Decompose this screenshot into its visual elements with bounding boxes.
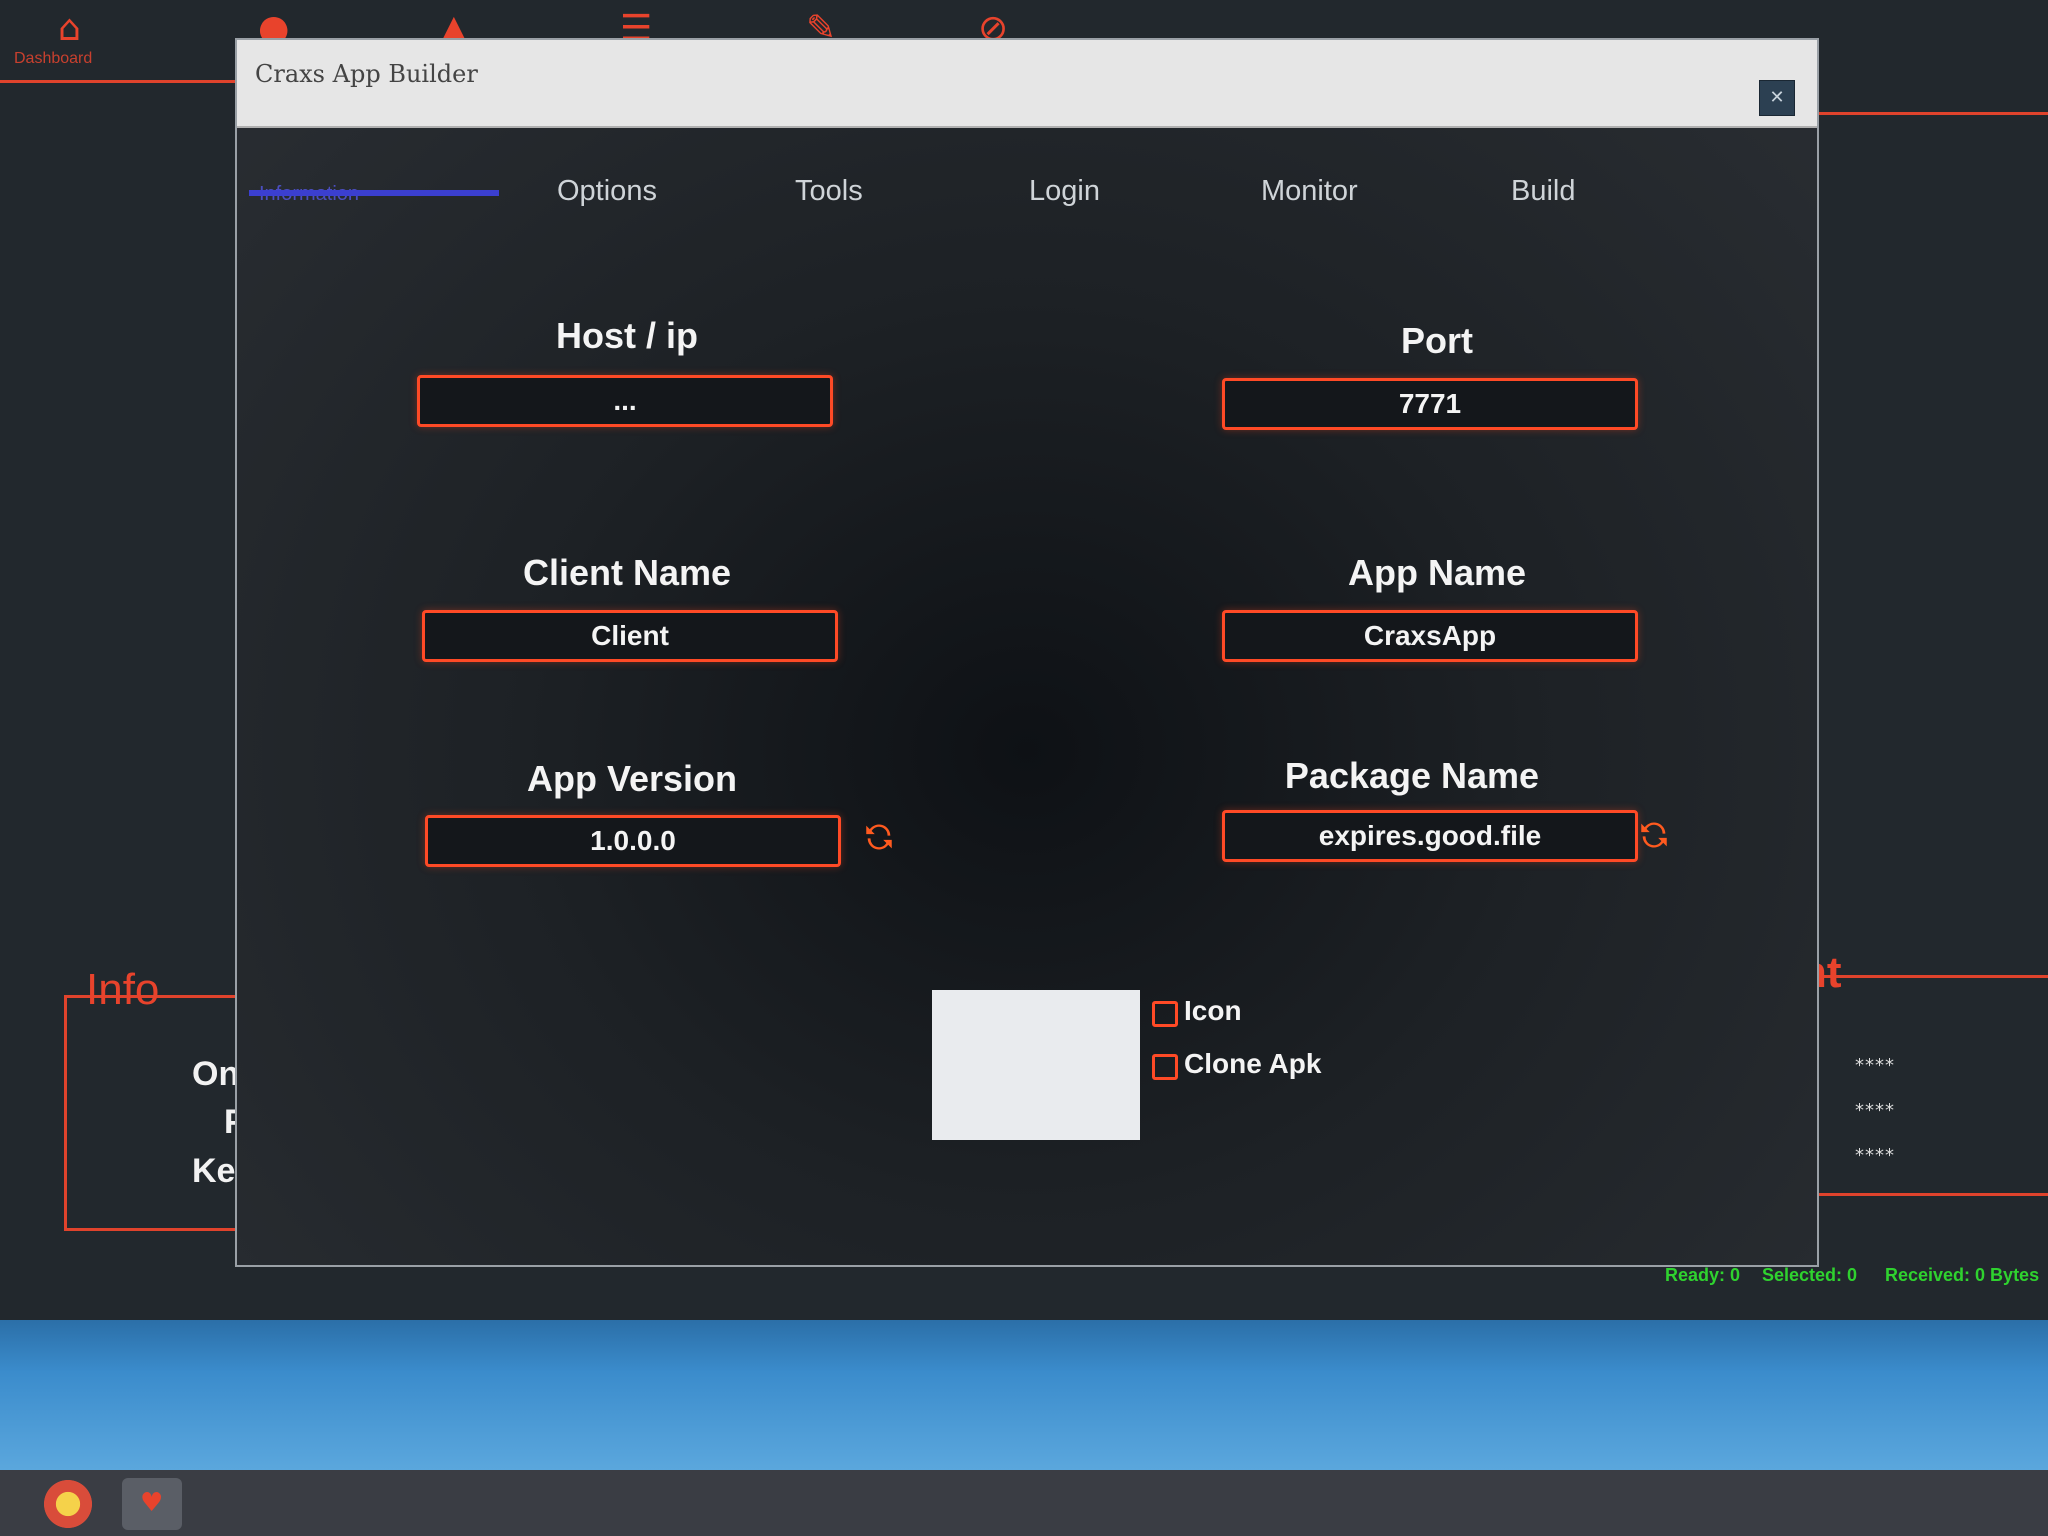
home-icon[interactable]: ⌂ xyxy=(58,8,81,49)
host-input[interactable]: ... xyxy=(417,375,833,427)
right-value-3: **** xyxy=(1855,1145,1895,1166)
port-input[interactable]: 7771 xyxy=(1222,378,1638,430)
clone-apk-option[interactable]: Clone Apk xyxy=(1152,1048,1352,1084)
status-received: Received: 0 Bytes xyxy=(1885,1265,2040,1285)
nav-divider-right xyxy=(1815,112,2048,115)
craxs-taskbar-icon[interactable]: ♥ xyxy=(122,1478,182,1530)
active-tab-indicator xyxy=(249,190,499,196)
clone-apk-checkbox[interactable] xyxy=(1152,1054,1178,1080)
taskbar xyxy=(0,1470,2048,1536)
icon-checkbox-label: Icon xyxy=(1184,995,1242,1026)
tab-options[interactable]: Options xyxy=(557,175,657,208)
info-title-line xyxy=(182,995,242,998)
port-label: Port xyxy=(1401,320,1473,361)
clone-apk-checkbox-label: Clone Apk xyxy=(1184,1048,1322,1079)
right-panel xyxy=(1800,975,2048,1196)
dashboard-label[interactable]: Dashboard xyxy=(14,50,92,68)
chrome-icon[interactable] xyxy=(38,1478,98,1530)
icon-preview-box[interactable] xyxy=(932,990,1140,1140)
tab-tools[interactable]: Tools xyxy=(795,175,863,208)
craxs-heart-icon: ♥ xyxy=(140,1488,164,1518)
desktop-background xyxy=(0,1320,2048,1470)
close-icon: ✕ xyxy=(1769,87,1785,108)
refresh-icon[interactable] xyxy=(1637,818,1671,852)
app-name-label: App Name xyxy=(1347,552,1527,593)
app-version-label: App Version xyxy=(526,758,738,799)
right-value-2: **** xyxy=(1855,1100,1895,1121)
close-button[interactable]: ✕ xyxy=(1759,80,1795,116)
tab-monitor[interactable]: Monitor xyxy=(1261,175,1358,208)
package-name-input[interactable]: expires.good.file xyxy=(1222,810,1638,862)
host-label: Host / ip xyxy=(556,315,698,356)
status-selected: Selected: 0 xyxy=(1762,1265,1858,1285)
app-name-input[interactable]: CraxsApp xyxy=(1222,610,1638,662)
icon-option[interactable]: Icon xyxy=(1152,995,1352,1031)
tab-build[interactable]: Build xyxy=(1511,175,1576,208)
client-name-label: Client Name xyxy=(522,552,732,593)
info-panel-title: Info xyxy=(86,965,160,1014)
right-value-1: **** xyxy=(1855,1055,1895,1076)
nav-divider-left xyxy=(0,80,235,83)
app-version-input[interactable]: 1.0.0.0 xyxy=(425,815,841,867)
dialog-title: Craxs App Builder xyxy=(255,60,478,88)
app-builder-dialog: Craxs App Builder ✕ Information Options … xyxy=(235,38,1819,1267)
tab-login[interactable]: Login xyxy=(1029,175,1100,208)
refresh-icon[interactable] xyxy=(862,820,896,854)
package-name-label: Package Name xyxy=(1284,755,1540,796)
dialog-titlebar[interactable]: Craxs App Builder ✕ xyxy=(237,40,1817,128)
status-ready: Ready: 0 xyxy=(1665,1265,1741,1285)
client-name-input[interactable]: Client xyxy=(422,610,838,662)
icon-checkbox[interactable] xyxy=(1152,1001,1178,1027)
